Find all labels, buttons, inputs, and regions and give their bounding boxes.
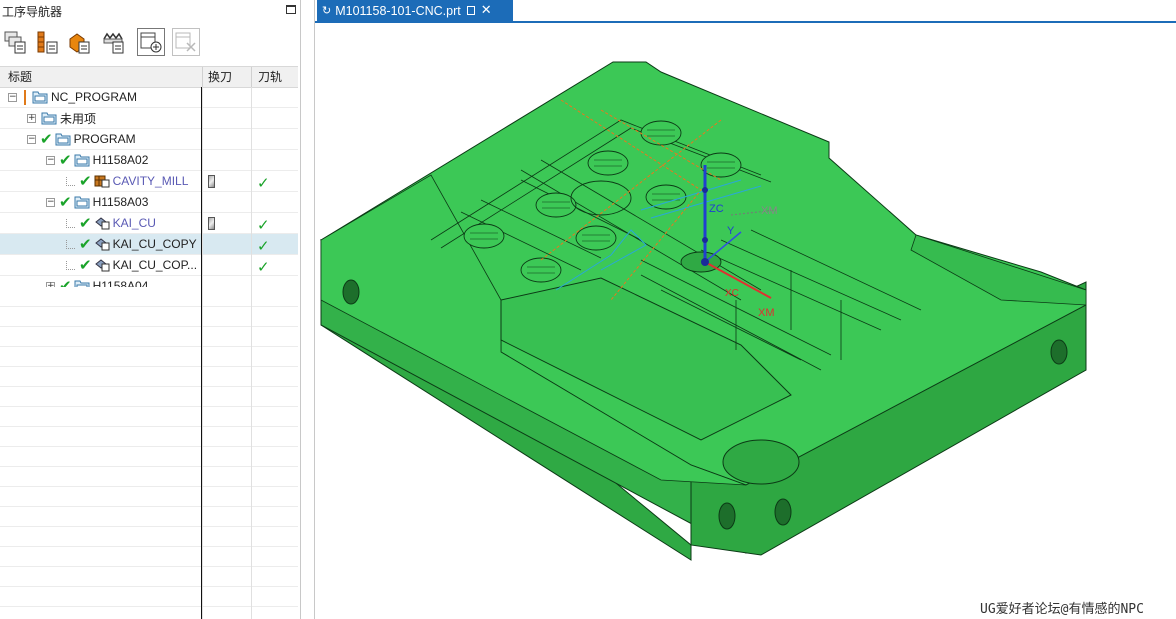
tree-node: ✔ KAI_CU_COP... — [66, 255, 197, 275]
tree-row[interactable]: ✔ CAVITY_MILL ✓ — [0, 171, 298, 192]
collapse-icon[interactable]: − — [8, 92, 17, 102]
machine-tool-view-icon[interactable] — [34, 28, 62, 56]
axis-label-xc: XC — [725, 288, 739, 299]
status-check-icon: ✔ — [79, 214, 92, 232]
axis-label-xm-ghost: XM — [761, 205, 778, 217]
tree-node-label: H1158A03 — [92, 195, 149, 209]
status-check-icon: ✔ — [59, 151, 72, 169]
toolpath-ok-icon: ✓ — [257, 174, 270, 192]
tree-node-label: H1158A02 — [92, 153, 149, 167]
side-hole-front-2 — [774, 498, 792, 526]
tree-row[interactable]: + 未用项 — [0, 108, 298, 129]
tree-node-label: 未用项 — [60, 111, 97, 126]
tree-row[interactable]: − ✔ PROGRAM — [0, 129, 298, 150]
model-viewport[interactable]: ZC Y XC XM XM — [315, 0, 1176, 619]
tree-node: ✔ KAI_CU_COPY — [66, 234, 197, 254]
maximize-icon[interactable] — [286, 5, 296, 14]
tree-row[interactable]: ✔ KAI_CU_COPY ✓ — [0, 234, 298, 255]
side-hole-right — [1050, 339, 1068, 365]
operation-navigator-panel: 工序导航器 标题 换刀 刀轨 − NC_PROGRAM + 未用项 − ✔ PROGRAM −… — [0, 0, 301, 619]
program-order-view-icon[interactable] — [2, 28, 30, 56]
collapse-icon[interactable]: − — [46, 155, 55, 165]
geometry-view-icon[interactable] — [66, 28, 94, 56]
status-check-icon: ✔ — [79, 256, 92, 274]
mill-operation-icon — [94, 238, 110, 251]
tree-node: ✔ KAI_CU — [66, 213, 156, 233]
tree-row[interactable]: ✔ KAI_CU_COP... ✓ — [0, 255, 298, 276]
tree-node: − NC_PROGRAM — [8, 87, 137, 107]
column-toolpath[interactable]: 刀轨 — [258, 67, 282, 87]
navigator-toolbar — [0, 26, 300, 60]
toolpath-ok-icon: ✓ — [257, 237, 270, 255]
collapse-icon[interactable]: − — [27, 134, 36, 144]
status-check-icon: ✔ — [40, 130, 53, 148]
column-tool-change[interactable]: 换刀 — [208, 67, 232, 87]
status-check-icon: ✔ — [79, 235, 92, 253]
tree-row[interactable]: − NC_PROGRAM — [0, 87, 298, 108]
tool-change-icon — [208, 175, 215, 188]
empty-tree-area — [0, 287, 298, 619]
tree-node-label: NC_PROGRAM — [51, 90, 138, 104]
column-separator — [202, 87, 203, 619]
column-separator — [251, 87, 252, 619]
tree-node: − ✔ H1158A03 — [46, 192, 148, 212]
status-check-icon: ✔ — [59, 193, 72, 211]
side-hole-left — [342, 279, 360, 305]
tree-connector — [66, 239, 75, 249]
column-title[interactable]: 标题 — [8, 67, 32, 87]
program-folder-icon — [74, 154, 90, 167]
delete-operation-icon[interactable] — [172, 28, 200, 56]
expand-icon[interactable]: + — [27, 113, 36, 123]
tree-node-label: CAVITY_MILL — [112, 174, 189, 188]
status-check-icon: ✔ — [79, 172, 92, 190]
tree-node-label: PROGRAM — [73, 132, 136, 146]
graphics-window[interactable]: ↻ M101158-101-CNC.prt ✕ ZC Y XC XM XM — [314, 0, 1176, 619]
tree-node: − ✔ H1158A02 — [46, 150, 148, 170]
tree-connector — [66, 218, 75, 228]
program-folder-icon — [32, 91, 48, 104]
tree-connector — [66, 260, 75, 270]
tree-node: ✔ CAVITY_MILL — [66, 171, 188, 191]
tree-row[interactable]: − ✔ H1158A02 — [0, 150, 298, 171]
tree-connector — [66, 176, 75, 186]
tree-node: − ✔ PROGRAM — [27, 129, 136, 149]
side-hole-front-1 — [718, 502, 736, 530]
tree-node-label: KAI_CU — [112, 216, 156, 230]
collapse-icon[interactable]: − — [46, 197, 55, 207]
tree-node-label: KAI_CU_COPY — [112, 237, 197, 251]
method-view-icon[interactable] — [100, 28, 128, 56]
mill-operation-icon — [94, 217, 110, 230]
navigator-title: 工序导航器 — [2, 5, 63, 19]
toolpath-ok-icon: ✓ — [257, 258, 270, 276]
axis-label-y: Y — [727, 225, 735, 237]
operation-tree: − NC_PROGRAM + 未用项 − ✔ PROGRAM − ✔ H1158A02 ✔ CAVIT… — [0, 87, 298, 297]
root-marker-icon — [24, 89, 26, 105]
toolpath-ok-icon: ✓ — [257, 216, 270, 234]
cavity-mill-icon — [94, 175, 110, 188]
tool-change-icon — [208, 217, 215, 230]
tree-row[interactable]: ✔ KAI_CU ✓ — [0, 213, 298, 234]
tree-node: + 未用项 — [27, 108, 96, 128]
program-folder-icon — [41, 112, 57, 125]
navigator-column-header: 标题 换刀 刀轨 — [0, 66, 298, 88]
tree-row[interactable]: − ✔ H1158A03 — [0, 192, 298, 213]
axis-label-xm: XM — [758, 307, 775, 319]
axis-label-zc: ZC — [709, 203, 724, 215]
corner-pocket — [722, 439, 800, 485]
tree-node-label: KAI_CU_COP... — [112, 258, 198, 272]
program-folder-icon — [55, 133, 71, 146]
program-folder-icon — [74, 196, 90, 209]
watermark: UG爱好者论坛@有情感的NPC — [980, 602, 1144, 617]
mill-operation-icon — [94, 259, 110, 272]
create-operation-icon[interactable] — [137, 28, 165, 56]
